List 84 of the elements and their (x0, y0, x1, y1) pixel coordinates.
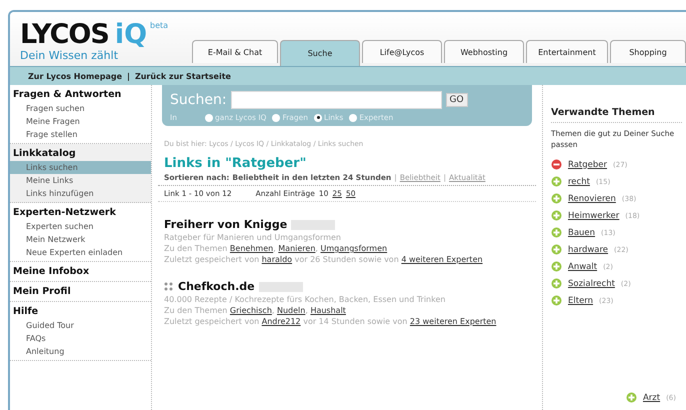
sidebar-heading[interactable]: Mein Profil (10, 285, 151, 299)
topic-link[interactable]: Manieren (278, 244, 316, 253)
sidebar-item[interactable]: Meine Fragen (10, 115, 151, 128)
related-heading: Verwandte Themen (551, 107, 682, 123)
plus-circle-icon[interactable] (551, 176, 562, 187)
experts-link[interactable]: 23 weiteren Experten (410, 317, 496, 326)
topic-link[interactable]: Ratgeber (568, 160, 608, 170)
minus-circle-icon[interactable] (551, 159, 562, 170)
beta-label: beta (150, 21, 168, 30)
result-saved-info: Zuletzt gespeichert von haraldo vor 26 Stunden sowie von 4 weiteren Experten (164, 255, 484, 264)
plus-circle-icon[interactable] (551, 227, 562, 238)
topic-link[interactable]: Eltern (568, 296, 594, 306)
result-title[interactable]: Chefkoch.de (178, 280, 255, 293)
search-field[interactable] (230, 91, 442, 109)
topic-link[interactable]: Umgangsformen (320, 244, 388, 253)
sidebar-heading[interactable]: Experten-Netzwerk (10, 206, 151, 220)
result-topics: Zu den Themen Griechisch, Nudeln, Haushalt (164, 306, 347, 315)
plus-circle-icon[interactable] (626, 392, 637, 403)
topic-link[interactable]: hardware (568, 244, 608, 254)
plus-circle-icon[interactable] (551, 210, 562, 221)
sidebar-item[interactable]: Neue Experten einladen (10, 246, 151, 259)
search-label: Suchen: (170, 92, 227, 108)
result-saved-info: Zuletzt gespeichert von Andre212 vor 14 Stunden sowie von 23 weiteren Experten (164, 317, 498, 326)
top-link[interactable]: Zurück zur Startseite (134, 72, 231, 80)
separator: , (315, 244, 319, 253)
separator: | (127, 72, 130, 80)
plus-circle-icon[interactable] (551, 261, 562, 272)
radio-button[interactable] (314, 114, 322, 122)
radio-button[interactable] (204, 114, 213, 122)
plus-circle-icon[interactable] (551, 278, 562, 289)
sidebar-heading[interactable]: Hilfe (10, 305, 151, 319)
plus-circle-icon[interactable] (551, 295, 562, 306)
go-button[interactable]: GO (446, 93, 468, 107)
nav-tab[interactable]: E-Mail & Chat (192, 40, 278, 63)
topic-link[interactable]: Arzt (642, 392, 660, 402)
separator: , (273, 244, 277, 253)
radio-button[interactable] (272, 114, 280, 122)
user-link[interactable]: haraldo (262, 255, 292, 264)
nav-tab[interactable]: Shopping (610, 40, 686, 63)
plus-circle-icon[interactable] (551, 193, 562, 204)
topic-link[interactable]: Sozialrecht (568, 278, 615, 288)
sidebar-item[interactable]: Links suchen (10, 161, 151, 174)
topic-link[interactable]: Haushalt (310, 306, 346, 315)
sidebar-heading[interactable]: Linkkatalog (10, 147, 151, 161)
save-tag[interactable] (291, 220, 336, 230)
nav-tab[interactable]: Entertainment (526, 40, 608, 63)
topic-link[interactable]: Griechisch (230, 306, 272, 315)
topic-link[interactable]: Bauen (568, 228, 596, 238)
page-heading: Links in "Ratgeber" (164, 156, 308, 171)
top-link[interactable]: Zur Lycos Homepage (28, 72, 122, 80)
logo-text[interactable]: LYCOS (20, 21, 109, 49)
sidebar-heading[interactable]: Meine Infobox (10, 265, 151, 279)
sidebar-heading[interactable]: Fragen & Antworten (10, 88, 151, 102)
plus-circle-icon[interactable] (551, 244, 562, 255)
sidebar-item[interactable]: Fragen suchen (10, 102, 151, 115)
result-title[interactable]: Freiherr von Knigge (164, 218, 288, 231)
sidebar-item[interactable]: Anleitung (10, 345, 151, 358)
sidebar-item[interactable]: Guided Tour (10, 319, 151, 332)
sidebar-item[interactable]: Mein Netzwerk (10, 233, 151, 246)
nav-tab[interactable]: Life@Lycos (362, 40, 442, 63)
radio-button[interactable] (349, 114, 358, 122)
result-description: 40.000 Rezepte / Kochrezepte fürs Kochen, Backen, Essen und Trinken (164, 295, 446, 304)
separator: , (272, 306, 276, 315)
sidebar-item[interactable]: Experten suchen (10, 220, 151, 233)
nav-tab[interactable]: Webhosting (444, 40, 524, 63)
favicon-icon (164, 282, 174, 292)
result-topics: Zu den Themen Benehmen, Manieren, Umgangsformen (164, 244, 388, 253)
sidebar-item[interactable]: FAQs (10, 332, 151, 345)
sidebar-item[interactable]: Meine Links (10, 174, 151, 187)
user-link[interactable]: Andre212 (262, 317, 301, 326)
nav-tab[interactable]: Suche (280, 40, 360, 66)
experts-link[interactable]: 4 weiteren Experten (401, 255, 483, 264)
topic-link[interactable]: Anwalt (568, 262, 598, 272)
topic-link[interactable]: Nudeln (276, 306, 306, 315)
separator: , (305, 306, 309, 315)
sidebar-item[interactable]: Links hinzufügen (10, 187, 151, 200)
topic-link[interactable]: Heimwerker (568, 210, 620, 220)
topic-link[interactable]: Benehmen (230, 244, 274, 253)
topic-link[interactable]: recht (568, 176, 590, 186)
save-tag[interactable] (258, 282, 303, 292)
result-description: Ratgeber für Manieren und Umgangsformen (164, 233, 342, 242)
tagline: Dein Wissen zählt (20, 49, 120, 62)
sidebar-item[interactable]: Frage stellen (10, 128, 151, 141)
topic-link[interactable]: Renovieren (568, 194, 616, 204)
